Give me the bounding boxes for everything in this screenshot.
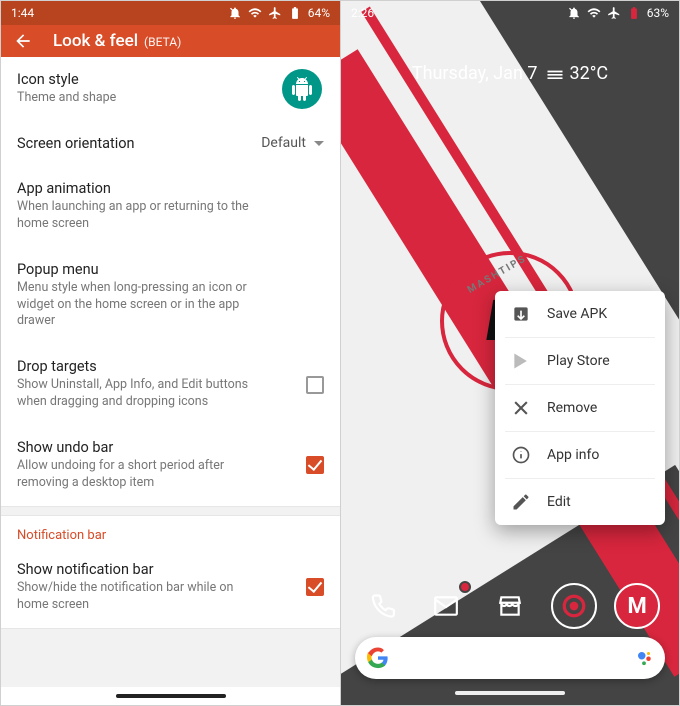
menu-label: App info <box>547 447 599 463</box>
apk-icon <box>511 304 531 324</box>
row-title: Drop targets <box>17 358 324 375</box>
menu-label: Save APK <box>547 306 607 322</box>
settings-list[interactable]: Icon style Theme and shape Screen orient… <box>1 57 340 687</box>
status-time: 2:26 <box>351 6 374 20</box>
row-sub: Allow undoing for a short period after r… <box>17 458 262 492</box>
dock-mail[interactable] <box>423 583 469 629</box>
airplane-icon <box>268 6 282 20</box>
battery-icon <box>627 6 641 20</box>
play-icon <box>511 351 531 371</box>
dropdown-value: Default <box>261 135 306 151</box>
row-title: App animation <box>17 180 324 197</box>
divider <box>1 506 340 516</box>
checkbox[interactable] <box>306 578 324 596</box>
status-bar: 2:26 63% <box>341 1 679 25</box>
row-undo[interactable]: Show undo bar Allow undoing for a short … <box>1 425 340 506</box>
dock-store[interactable] <box>487 583 533 629</box>
nav-pill-icon[interactable] <box>455 691 565 695</box>
menu-item-play-store[interactable]: Play Store <box>505 337 655 384</box>
dock: M <box>341 583 679 629</box>
checkbox[interactable] <box>306 456 324 474</box>
status-icons: 63% <box>567 6 669 20</box>
row-title: Show notification bar <box>17 561 324 578</box>
date-widget[interactable]: Thursday, Jan 7 32°C <box>341 63 679 84</box>
menu-label: Edit <box>547 494 571 510</box>
nav-bar[interactable] <box>1 687 340 705</box>
google-icon <box>367 647 389 669</box>
row-title: Show undo bar <box>17 439 324 456</box>
airplane-icon <box>607 6 621 20</box>
close-icon <box>511 398 531 418</box>
wifi-icon <box>587 6 601 20</box>
row-sub: Show Uninstall, App Info, and Edit butto… <box>17 377 262 411</box>
search-bar[interactable] <box>355 637 665 679</box>
section-header: Notification bar <box>1 516 340 547</box>
settings-screen: 1:44 64% Look & feel (BETA) Icon style T… <box>1 1 340 705</box>
battery-percent: 63% <box>647 6 669 20</box>
checkbox[interactable] <box>306 376 324 394</box>
menu-item-save-apk[interactable]: Save APK <box>495 291 665 337</box>
row-notification-bar[interactable]: Show notification bar Show/hide the noti… <box>1 547 340 628</box>
dock-record[interactable] <box>551 583 597 629</box>
status-time: 1:44 <box>11 6 34 20</box>
status-bar: 1:44 64% <box>1 1 340 25</box>
row-title: Icon style <box>17 71 324 88</box>
temp-text: 32°C <box>569 63 608 84</box>
dock-app-m[interactable]: M <box>614 583 660 629</box>
info-icon <box>511 445 531 465</box>
app-bar: Look & feel (BETA) <box>1 25 340 57</box>
fog-icon <box>545 64 565 84</box>
menu-item-edit[interactable]: Edit <box>505 478 655 525</box>
row-orientation[interactable]: Screen orientation Default <box>1 121 340 166</box>
context-menu: Save APK Play Store Remove App info Edit <box>495 291 665 525</box>
android-icon <box>282 69 322 109</box>
dnd-icon <box>567 6 581 20</box>
status-icons: 64% <box>228 6 330 20</box>
wifi-icon <box>248 6 262 20</box>
edit-icon <box>511 492 531 512</box>
badge-icon <box>459 581 471 593</box>
assistant-icon[interactable] <box>635 649 653 667</box>
dnd-icon <box>228 6 242 20</box>
row-popup[interactable]: Popup menu Menu style when long-pressing… <box>1 247 340 345</box>
appbar-beta: (BETA) <box>144 35 181 49</box>
row-sub: When launching an app or returning to th… <box>17 199 262 233</box>
menu-label: Remove <box>547 400 597 416</box>
popup-arrow-icon <box>627 524 643 525</box>
row-icon-style[interactable]: Icon style Theme and shape <box>1 57 340 121</box>
row-sub: Menu style when long-pressing an icon or… <box>17 280 262 331</box>
battery-percent: 64% <box>308 6 330 20</box>
menu-item-app-info[interactable]: App info <box>505 431 655 478</box>
row-title: Popup menu <box>17 261 324 278</box>
battery-icon <box>288 6 302 20</box>
menu-item-remove[interactable]: Remove <box>505 384 655 431</box>
appbar-title: Look & feel <box>53 31 138 51</box>
row-drop-targets[interactable]: Drop targets Show Uninstall, App Info, a… <box>1 344 340 425</box>
dock-phone[interactable] <box>360 583 406 629</box>
home-screen[interactable]: MASHTIPS M 2:26 63% Thursday, Jan 7 32°C <box>340 1 679 705</box>
back-icon[interactable] <box>13 31 33 51</box>
chevron-down-icon <box>314 141 324 146</box>
empty-area <box>1 628 340 688</box>
nav-bar[interactable] <box>341 684 679 702</box>
nav-pill-icon[interactable] <box>116 694 226 698</box>
row-sub: Theme and shape <box>17 90 262 107</box>
date-text: Thursday, Jan 7 <box>412 63 538 84</box>
row-sub: Show/hide the notification bar while on … <box>17 580 262 614</box>
row-animation[interactable]: App animation When launching an app or r… <box>1 166 340 247</box>
menu-label: Play Store <box>547 353 610 369</box>
